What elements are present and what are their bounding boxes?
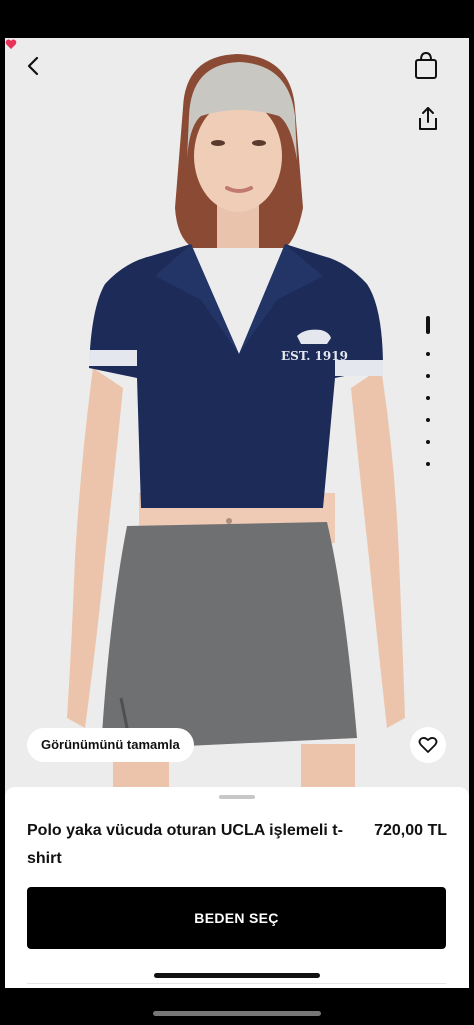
sheet-grabber[interactable] <box>219 795 255 799</box>
image-pager[interactable] <box>423 316 433 476</box>
complete-look-button[interactable]: Görünümünü tamamla <box>27 728 194 762</box>
pager-indicator-active[interactable] <box>426 316 430 334</box>
cart-badge-icon <box>5 39 17 49</box>
product-image[interactable]: EST. 1919 Görünümünü tamamla <box>5 38 469 798</box>
home-indicator <box>154 973 320 978</box>
chevron-left-icon <box>27 56 39 76</box>
system-navigation-bar <box>0 988 474 1025</box>
gesture-bar[interactable] <box>153 1011 321 1016</box>
product-title: Polo yaka vücuda oturan UCLA işlemeli t-… <box>27 822 343 867</box>
pager-dot[interactable] <box>426 396 430 400</box>
share-button[interactable] <box>413 104 443 134</box>
model-photo: EST. 1919 <box>67 54 405 798</box>
pager-dot[interactable] <box>426 462 430 466</box>
pager-dot[interactable] <box>426 418 430 422</box>
status-bar <box>0 0 474 38</box>
share-icon <box>419 107 437 130</box>
wishlist-button[interactable] <box>410 727 446 763</box>
pager-dot[interactable] <box>426 440 430 444</box>
product-info-sheet: Polo yaka vücuda oturan UCLA işlemeli t-… <box>5 787 469 988</box>
product-price: 720,00 TL <box>374 822 447 839</box>
divider <box>27 983 446 984</box>
shopping-bag-icon <box>415 51 437 79</box>
product-detail-screen: EST. 1919 Görünümünü tamamla Polo yaka v… <box>5 38 469 988</box>
pager-dot[interactable] <box>426 352 430 356</box>
pager-dot[interactable] <box>426 374 430 378</box>
select-size-button[interactable]: BEDEN SEÇ <box>27 887 446 949</box>
heart-outline-icon <box>418 736 438 753</box>
cart-button[interactable] <box>411 50 443 82</box>
back-button[interactable] <box>19 52 47 80</box>
shirt-print-text: EST. 1919 <box>281 349 348 363</box>
